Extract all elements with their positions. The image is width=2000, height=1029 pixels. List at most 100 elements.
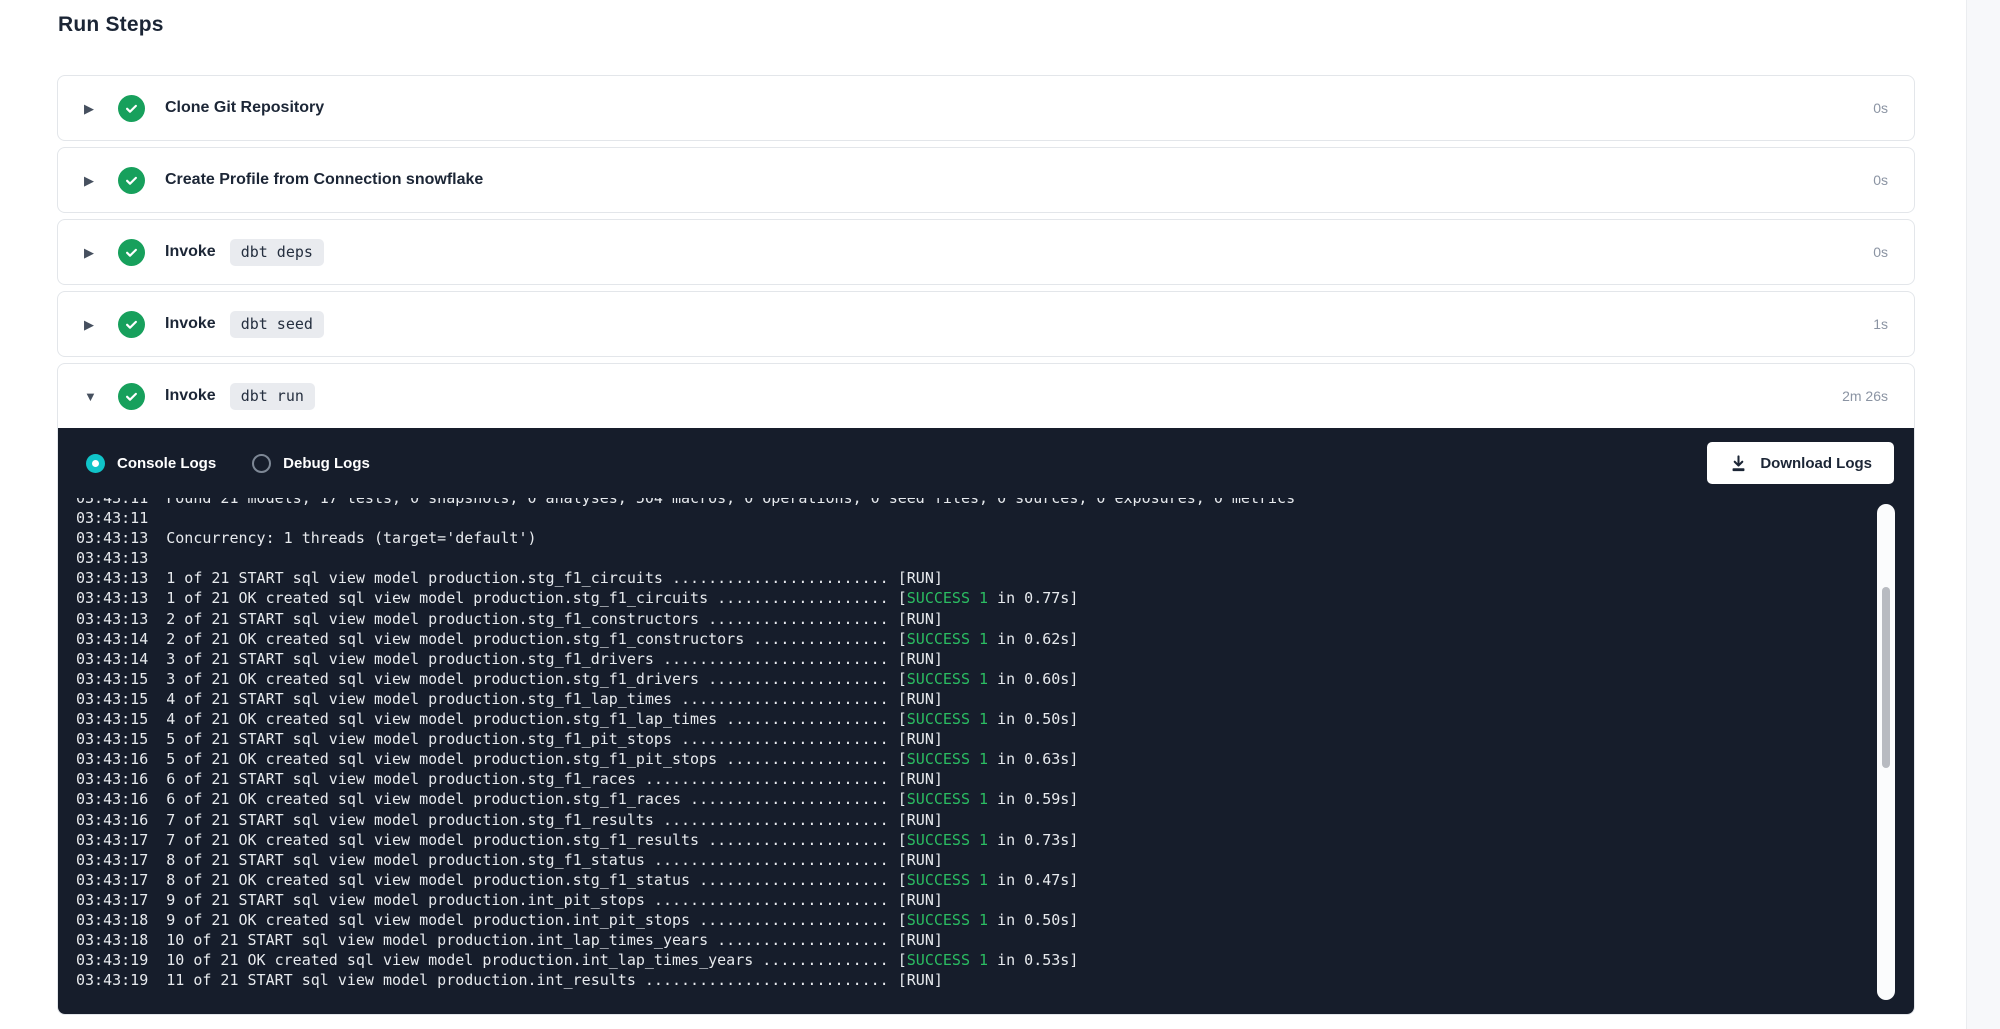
log-timestamp: 03:43:14 (76, 630, 148, 648)
log-timestamp: 03:43:15 (76, 730, 148, 748)
log-text: 1 of 21 OK created sql view model produc… (166, 589, 907, 607)
check-circle-icon (118, 383, 145, 410)
step-card: ▶Clone Git Repository0s (57, 75, 1915, 141)
log-timestamp: 03:43:17 (76, 831, 148, 849)
log-line: 03:43:1910 of 21 OK created sql view mod… (76, 950, 1859, 970)
step-header[interactable]: ▶ Create Profile from Connection snowflak… (58, 148, 1914, 212)
log-text: in 0.53s] (988, 951, 1078, 969)
log-timestamp: 03:43:13 (76, 610, 148, 628)
page-scroll-gutter (1966, 0, 2000, 1029)
step-header[interactable]: ▼Invokedbt run2m 26s (58, 364, 1914, 428)
log-text: in 0.59s] (988, 790, 1078, 808)
run-steps-section: Run Steps ▶Clone Git Repository0s▶Create… (57, 0, 1915, 1015)
log-text: 5 of 21 START sql view model production.… (166, 730, 943, 748)
log-line: 03:43:11 (76, 508, 1859, 528)
console-log-output[interactable]: 03:43:11Found 21 models, 17 tests, 0 sna… (76, 498, 1859, 1008)
log-line: 03:43:17 9 of 21 START sql view model pro… (76, 890, 1859, 910)
step-command-badge: dbt run (230, 383, 315, 410)
step-header[interactable]: ▶Invokedbt deps0s (58, 220, 1914, 284)
log-line: 03:43:13 1 of 21 OK created sql view mode… (76, 588, 1859, 608)
log-line: 03:43:17 7 of 21 OK created sql view mode… (76, 830, 1859, 850)
log-text: 11 of 21 START sql view model production… (166, 971, 943, 989)
log-line: 03:43:17 8 of 21 START sql view model pro… (76, 850, 1859, 870)
log-timestamp: 03:43:19 (76, 971, 148, 989)
step-label: Create Profile from Connection snowflake (165, 171, 483, 189)
check-circle-icon (118, 167, 145, 194)
log-line: 03:43:19 11 of 21 START sql view model pr… (76, 970, 1859, 990)
log-line: 03:43:166 of 21 OK created sql view mode… (76, 789, 1859, 809)
log-text: 4 of 21 START sql view model production.… (166, 690, 943, 708)
log-text: 3 of 21 OK created sql view model produc… (166, 670, 907, 688)
log-text: 6 of 21 START sql view model production.… (166, 770, 943, 788)
log-text: 7 of 21 START sql view model production.… (166, 811, 943, 829)
log-text: 8 of 21 START sql view model production.… (166, 851, 943, 869)
log-success-text: SUCCESS 1 (907, 871, 988, 889)
download-logs-button[interactable]: Download Logs (1707, 442, 1894, 484)
step-label: Invoke (165, 243, 216, 261)
log-line: 03:43:13Concurrency: 1 threads (target='… (76, 528, 1859, 548)
radio-selected-icon[interactable] (86, 454, 105, 473)
log-line: 03:43:15 4 of 21 START sql view model pro… (76, 689, 1859, 709)
chevron-right-icon[interactable]: ▶ (84, 318, 101, 331)
step-duration: 2m 26s (1842, 388, 1888, 404)
log-success-text: SUCCESS 1 (907, 951, 988, 969)
log-timestamp: 03:43:15 (76, 670, 148, 688)
log-line: 03:43:132 of 21 START sql view model pro… (76, 609, 1859, 629)
log-line: 03:43:16 5 of 21 OK created sql view mode… (76, 749, 1859, 769)
log-scrollbar-track[interactable] (1877, 504, 1895, 1000)
check-circle-icon (118, 311, 145, 338)
step-header[interactable]: ▶Invokedbt seed1s (58, 292, 1914, 356)
step-command-badge: dbt deps (230, 239, 324, 266)
download-logs-label: Download Logs (1760, 455, 1872, 472)
log-text: 7 of 21 OK created sql view model produc… (166, 831, 907, 849)
log-text: in 0.77s] (988, 589, 1078, 607)
log-panel: Console Logs Debug Logs Download Logs 03… (58, 428, 1914, 1014)
console-logs-radio[interactable]: Console Logs (86, 454, 216, 473)
log-text: in 0.50s] (988, 911, 1078, 929)
log-timestamp: 03:43:15 (76, 710, 148, 728)
step-label: Invoke (165, 315, 216, 333)
log-timestamp: 03:43:13 (76, 569, 148, 587)
step-card: ▶Invokedbt deps0s (57, 219, 1915, 285)
log-line: 03:43:178 of 21 OK created sql view mode… (76, 870, 1859, 890)
log-text: 10 of 21 START sql view model production… (166, 931, 943, 949)
log-timestamp: 03:43:17 (76, 851, 148, 869)
step-header[interactable]: ▶Clone Git Repository0s (58, 76, 1914, 140)
chevron-right-icon[interactable]: ▶ (84, 102, 101, 115)
run-steps-list: ▶Clone Git Repository0s▶Create Profile f… (57, 75, 1915, 1015)
log-timestamp: 03:43:13 (76, 549, 148, 567)
log-text: 9 of 21 START sql view model production.… (166, 891, 943, 909)
log-line: 03:43:15 3 of 21 OK created sql view mode… (76, 669, 1859, 689)
log-timestamp: 03:43:11 (76, 498, 148, 507)
log-timestamp: 03:43:13 (76, 589, 148, 607)
debug-logs-radio[interactable]: Debug Logs (252, 454, 370, 473)
log-success-text: SUCCESS 1 (907, 670, 988, 688)
chevron-down-icon[interactable]: ▼ (84, 390, 101, 403)
log-timestamp: 03:43:17 (76, 891, 148, 909)
log-timestamp: 03:43:16 (76, 750, 148, 768)
log-text: 5 of 21 OK created sql view model produc… (166, 750, 907, 768)
log-text: in 0.60s] (988, 670, 1078, 688)
console-log-lines: 03:43:11Found 21 models, 17 tests, 0 sna… (76, 498, 1859, 990)
log-timestamp: 03:43:15 (76, 690, 148, 708)
log-success-text: SUCCESS 1 (907, 710, 988, 728)
log-line: 03:43:131 of 21 START sql view model pro… (76, 568, 1859, 588)
step-command-badge: dbt seed (230, 311, 324, 338)
download-icon (1729, 454, 1748, 473)
log-line: 03:43:11Found 21 models, 17 tests, 0 sna… (76, 498, 1859, 508)
log-scrollbar-thumb[interactable] (1882, 587, 1890, 768)
log-text: in 0.63s] (988, 750, 1078, 768)
log-line: 03:43:1810 of 21 START sql view model pr… (76, 930, 1859, 950)
chevron-right-icon[interactable]: ▶ (84, 174, 101, 187)
log-timestamp: 03:43:16 (76, 790, 148, 808)
log-timestamp: 03:43:18 (76, 911, 148, 929)
radio-unselected-icon[interactable] (252, 454, 271, 473)
log-line: 03:43:142 of 21 OK created sql view mode… (76, 629, 1859, 649)
log-line: 03:43:143 of 21 START sql view model pro… (76, 649, 1859, 669)
log-timestamp: 03:43:13 (76, 529, 148, 547)
log-line: 03:43:15 5 of 21 START sql view model pro… (76, 729, 1859, 749)
log-line: 03:43:13 (76, 548, 1859, 568)
chevron-right-icon[interactable]: ▶ (84, 246, 101, 259)
step-card: ▶Invokedbt seed1s (57, 291, 1915, 357)
log-success-text: SUCCESS 1 (907, 589, 988, 607)
